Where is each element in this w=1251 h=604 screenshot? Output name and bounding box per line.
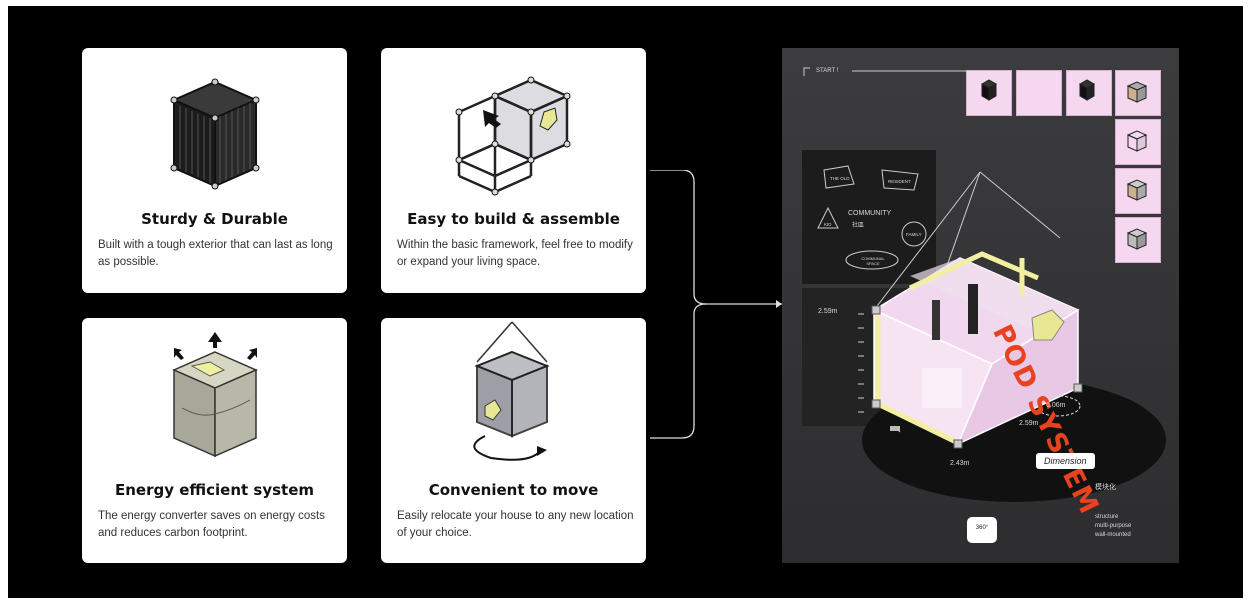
area-dimension: 6.06m xyxy=(1046,402,1066,409)
width-dimension: 2.59m xyxy=(1019,420,1039,427)
card-description: Easily relocate your house to any new lo… xyxy=(397,510,634,539)
feature-card-move: Convenient to move Easily relocate your … xyxy=(381,318,646,563)
bracket-connector xyxy=(650,170,782,439)
depth-dimension: 2.43m xyxy=(950,460,970,467)
hanging-cube-icon xyxy=(473,321,550,461)
card-title: Energy efficient system xyxy=(114,481,315,499)
card-description: Built with a tough exterior that can las… xyxy=(98,239,333,268)
community-label: COMMUNITY xyxy=(848,210,892,217)
frame-assembly-icon xyxy=(455,76,571,196)
rotate-360-button[interactable]: 360° xyxy=(967,517,997,543)
bubble-label: COMMUNAL SPACE xyxy=(861,256,885,266)
module-title: 模块化 xyxy=(1095,484,1116,491)
bubble-label: FAMILY xyxy=(906,232,922,237)
module-item: multi-purpose xyxy=(1095,523,1132,529)
bubble-label: KID xyxy=(824,222,832,227)
rotate-icon: 360° xyxy=(975,525,989,531)
height-dimension: 2.59m xyxy=(818,308,838,315)
feature-card-sturdy: Sturdy & Durable Built with a tough exte… xyxy=(82,48,347,293)
bubble-label: THE OLD xyxy=(830,176,850,181)
module-item: structure xyxy=(1095,514,1119,520)
bubble-label: RESIDENT xyxy=(888,179,911,184)
pod-system-poster: START ! THE OLD RESIDENT COMMUNITY 社區 KI… xyxy=(782,48,1179,563)
card-title: Easy to build & assemble xyxy=(407,210,620,228)
energy-cube-icon xyxy=(172,332,258,458)
card-title: Convenient to move xyxy=(428,481,599,499)
feature-card-energy: Energy efficient system The energy conve… xyxy=(82,318,347,563)
module-item: wall-mounted xyxy=(1095,532,1131,538)
card-description: Within the basic framework, feel free to… xyxy=(397,239,633,268)
community-sub-label: 社區 xyxy=(852,223,865,229)
feature-card-assemble: Easy to build & assemble Within the basi… xyxy=(381,48,646,293)
thumbnail-icons xyxy=(980,79,1148,250)
card-description: The energy converter saves on energy cos… xyxy=(98,510,325,539)
card-title: Sturdy & Durable xyxy=(141,210,288,228)
steel-cube-icon xyxy=(170,78,260,190)
dimension-badge[interactable]: Dimension xyxy=(1036,453,1095,469)
start-label: START ! xyxy=(816,68,839,74)
